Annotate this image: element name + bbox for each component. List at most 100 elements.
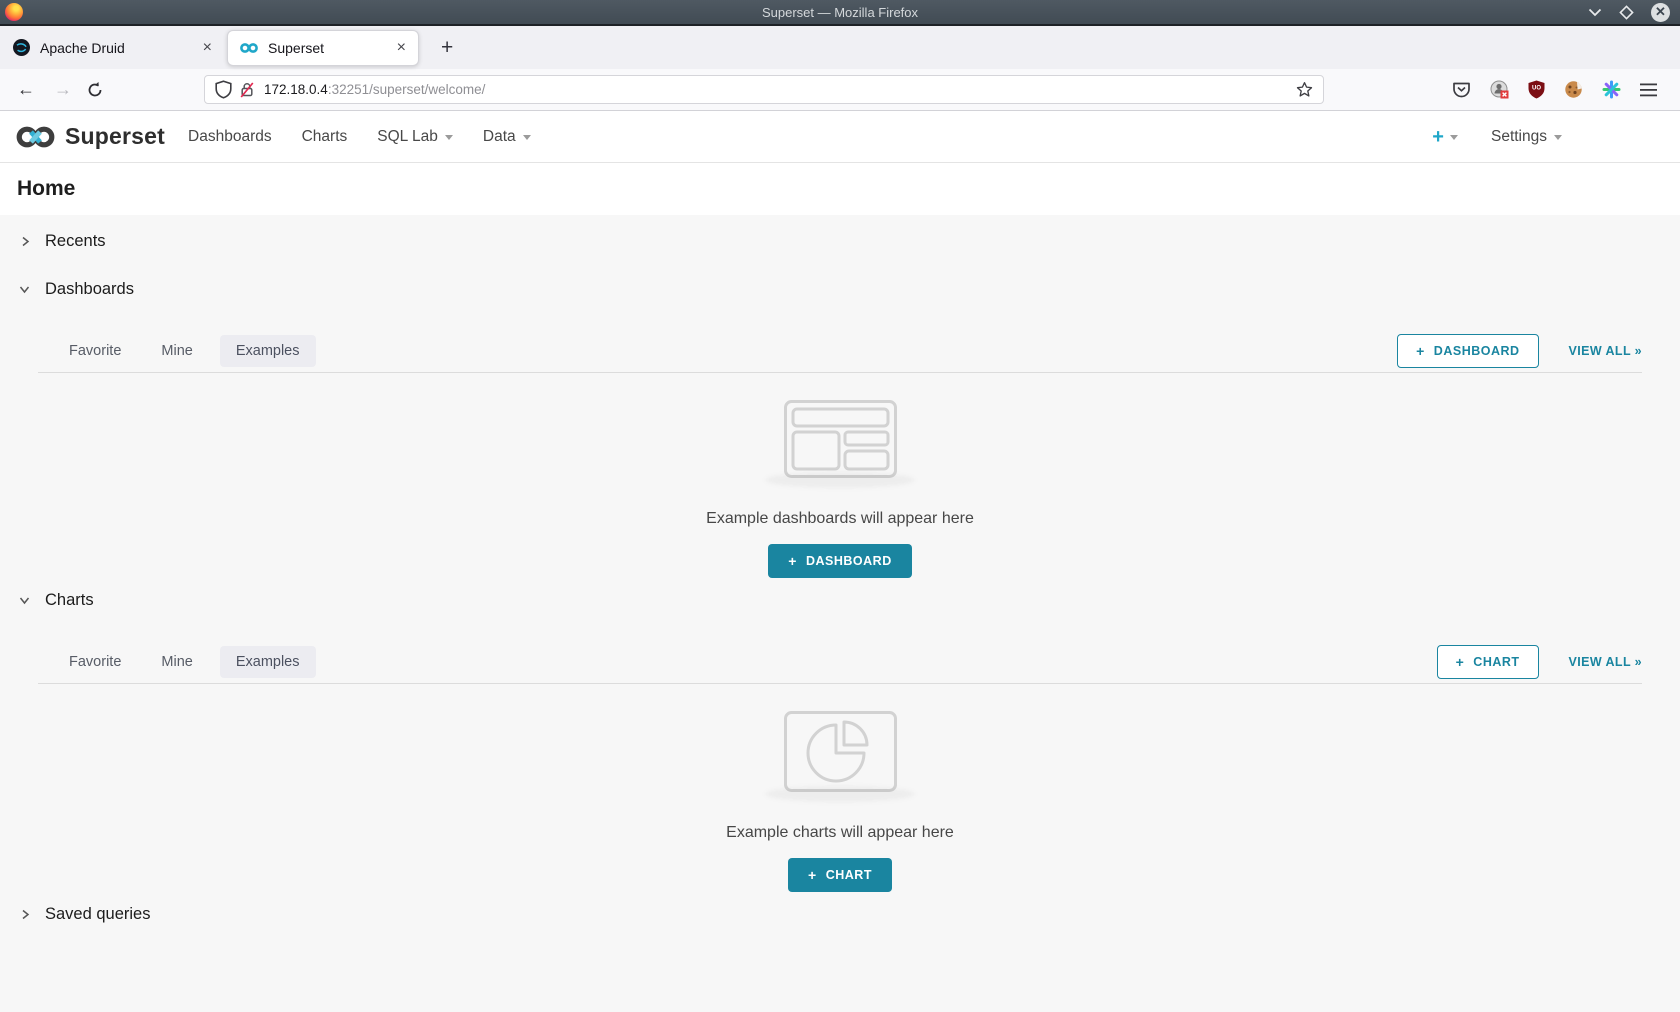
dashboards-actions: + DASHBOARD VIEW ALL » xyxy=(1397,334,1642,368)
url-bar[interactable]: 172.18.0.4:32251/superset/welcome/ xyxy=(204,75,1324,104)
tab-close-icon[interactable]: × xyxy=(395,40,408,56)
tab-favorite[interactable]: Favorite xyxy=(69,654,121,670)
nav-item-label: Charts xyxy=(302,128,348,146)
section-title: Recents xyxy=(45,232,106,251)
new-item-dropdown[interactable]: + xyxy=(1432,127,1458,147)
empty-dashboard-icon xyxy=(784,400,897,478)
superset-logo[interactable]: Superset xyxy=(16,123,165,150)
brand-name: Superset xyxy=(65,123,165,150)
chevron-down-icon[interactable] xyxy=(18,594,31,606)
icon-shadow xyxy=(765,786,915,802)
window-close-icon[interactable]: ✕ xyxy=(1651,3,1670,22)
svg-text:UO: UO xyxy=(1532,86,1541,92)
nav-menu: Dashboards Charts SQL Lab Data xyxy=(173,128,546,146)
empty-state-text: Example charts will appear here xyxy=(726,824,954,842)
dashboards-empty-state: Example dashboards will appear here + DA… xyxy=(0,400,1680,578)
icon-shadow xyxy=(765,472,915,488)
plus-icon: + xyxy=(1456,655,1465,669)
nav-item-label: SQL Lab xyxy=(377,128,438,146)
chevron-right-icon[interactable] xyxy=(18,235,31,248)
pocket-icon[interactable] xyxy=(1452,80,1471,99)
nav-item-label: Data xyxy=(483,128,516,146)
container-icon[interactable] xyxy=(1602,80,1621,99)
dashboards-view-all-link[interactable]: VIEW ALL » xyxy=(1569,344,1642,358)
page-title: Home xyxy=(17,177,75,201)
forward-button: → xyxy=(52,79,74,100)
create-chart-button[interactable]: + CHART xyxy=(788,858,892,892)
caret-down-icon xyxy=(1554,135,1562,140)
section-charts[interactable]: Charts xyxy=(0,587,1680,613)
plus-icon: + xyxy=(808,868,817,882)
button-label: CHART xyxy=(826,868,872,882)
superset-favicon xyxy=(240,42,258,54)
nav-item-label: Dashboards xyxy=(188,128,272,146)
shield-icon[interactable] xyxy=(215,80,232,99)
url-text[interactable]: 172.18.0.4:32251/superset/welcome/ xyxy=(264,82,1296,97)
plus-icon: + xyxy=(788,554,797,568)
window-titlebar: Superset — Mozilla Firefox ✕ xyxy=(0,0,1680,26)
button-label: DASHBOARD xyxy=(1434,344,1520,358)
settings-label: Settings xyxy=(1491,128,1547,146)
nav-item-data[interactable]: Data xyxy=(468,128,546,146)
nav-item-charts[interactable]: Charts xyxy=(287,128,363,146)
reload-button[interactable] xyxy=(86,81,104,99)
charts-view-all-link[interactable]: VIEW ALL » xyxy=(1569,655,1642,669)
section-recents[interactable]: Recents xyxy=(0,228,1680,254)
url-path: :32251/superset/welcome/ xyxy=(328,82,486,97)
chevron-down-icon[interactable] xyxy=(18,283,31,295)
section-title: Charts xyxy=(45,591,94,610)
browser-tab-superset[interactable]: Superset × xyxy=(227,30,419,66)
tab-mine[interactable]: Mine xyxy=(161,654,192,670)
window-minimize-icon[interactable] xyxy=(1588,8,1602,17)
caret-down-icon xyxy=(445,135,453,140)
tab-examples-active[interactable]: Examples xyxy=(220,646,316,678)
nav-item-sql-lab[interactable]: SQL Lab xyxy=(362,128,468,146)
chevron-right-icon[interactable] xyxy=(18,908,31,921)
tab-close-icon[interactable]: × xyxy=(201,40,214,56)
tab-title: Apache Druid xyxy=(40,40,201,56)
empty-state-text: Example dashboards will appear here xyxy=(706,510,974,528)
dashboards-filter-tabs: Favorite Mine Examples xyxy=(69,335,316,367)
button-label: DASHBOARD xyxy=(806,554,892,568)
charts-filter-tabs: Favorite Mine Examples xyxy=(69,646,316,678)
browser-tabbar: Apache Druid × Superset × + xyxy=(0,26,1680,69)
window-controls: ✕ xyxy=(1588,3,1670,22)
charts-panel-row: Favorite Mine Examples + CHART VIEW ALL … xyxy=(38,640,1642,684)
charts-actions: + CHART VIEW ALL » xyxy=(1437,645,1642,679)
ublock-icon[interactable]: UO xyxy=(1528,80,1545,99)
plus-icon: + xyxy=(1432,127,1444,147)
add-dashboard-button[interactable]: + DASHBOARD xyxy=(1397,334,1538,368)
menu-icon[interactable] xyxy=(1640,83,1657,97)
insecure-lock-icon[interactable] xyxy=(239,81,255,99)
charts-empty-state: Example charts will appear here + CHART xyxy=(0,711,1680,892)
add-chart-button[interactable]: + CHART xyxy=(1437,645,1539,679)
window-maximize-icon[interactable] xyxy=(1619,5,1634,20)
section-title: Dashboards xyxy=(45,280,134,299)
window-title: Superset — Mozilla Firefox xyxy=(0,5,1680,20)
caret-down-icon xyxy=(1450,135,1458,140)
create-dashboard-button[interactable]: + DASHBOARD xyxy=(768,544,911,578)
cookie-icon[interactable] xyxy=(1564,80,1583,99)
new-tab-button[interactable]: + xyxy=(435,35,459,60)
browser-tab-apache-druid[interactable]: Apache Druid × xyxy=(0,30,224,66)
url-host: 172.18.0.4 xyxy=(264,82,328,97)
plus-icon: + xyxy=(1416,344,1425,358)
back-button[interactable]: ← xyxy=(15,79,37,100)
tab-mine[interactable]: Mine xyxy=(161,343,192,359)
tab-favorite[interactable]: Favorite xyxy=(69,343,121,359)
section-dashboards[interactable]: Dashboards xyxy=(0,276,1680,302)
page-header: Home xyxy=(0,163,1680,215)
settings-dropdown[interactable]: Settings xyxy=(1491,128,1562,146)
superset-navbar: Superset Dashboards Charts SQL Lab Data … xyxy=(0,111,1680,163)
section-saved-queries[interactable]: Saved queries xyxy=(0,901,1680,927)
welcome-content: Recents Dashboards Favorite Mine Example… xyxy=(0,215,1680,1010)
tab-examples-active[interactable]: Examples xyxy=(220,335,316,367)
empty-chart-icon xyxy=(784,711,897,792)
extension-icon[interactable] xyxy=(1490,80,1509,99)
druid-favicon xyxy=(13,39,30,56)
browser-toolbar: ← → 172.18.0.4:32251/superset/welcome/ xyxy=(0,69,1680,111)
bookmark-star-icon[interactable] xyxy=(1296,81,1313,98)
tab-title: Superset xyxy=(268,40,395,56)
nav-item-dashboards[interactable]: Dashboards xyxy=(173,128,287,146)
caret-down-icon xyxy=(523,135,531,140)
